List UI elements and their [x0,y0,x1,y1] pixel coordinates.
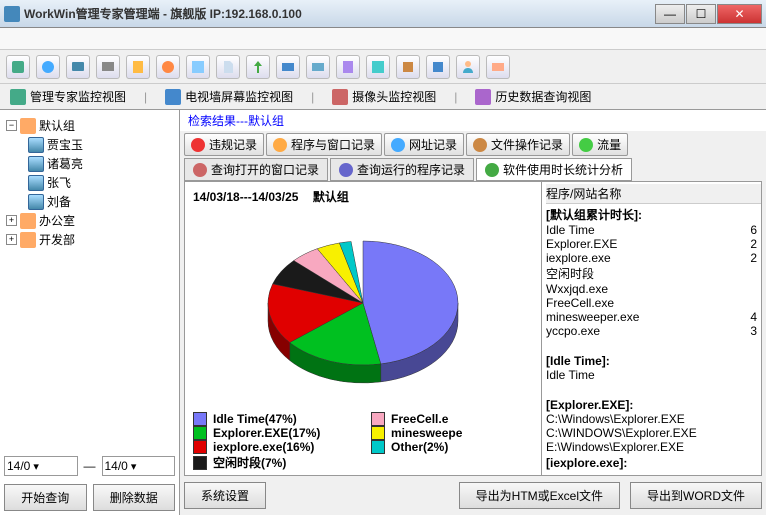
list-item[interactable]: 空闲时段 [546,265,761,282]
toolbar-icon-user[interactable] [456,55,480,79]
date-dash: — [84,459,96,473]
chart-legend: Idle Time(47%) FreeCell.e Explorer.EXE(1… [193,412,533,471]
list-item[interactable]: iexplore.exe2 [546,251,761,265]
rectab-program[interactable]: 程序与窗口记录 [266,133,382,156]
system-settings-button[interactable]: 系统设置 [184,482,266,509]
toolbar-icon-17[interactable] [486,55,510,79]
query-button[interactable]: 开始查询 [4,484,87,511]
viewtab-history[interactable]: 历史数据查询视图 [471,86,595,107]
list-item[interactable]: Explorer.EXE2 [546,237,761,251]
view-tabs: 管理专家监控视图 | 电视墙屏幕监控视图 | 摄像头监控视图 | 历史数据查询视… [0,84,766,110]
date-from-select[interactable]: 14/0 ▾ [4,456,78,476]
subtab-programs[interactable]: 查询运行的程序记录 [330,158,474,181]
rectab-url[interactable]: 网址记录 [384,133,464,156]
toolbar-icon-7[interactable] [186,55,210,79]
viewtab-monitor[interactable]: 管理专家监控视图 [6,86,130,107]
toolbar-icon-8[interactable] [216,55,240,79]
list-item[interactable]: C:\WINDOWS\Explorer.EXE [546,426,761,440]
list-item[interactable]: C:\Windows\Explorer.EXE [546,412,761,426]
tree-root[interactable]: − 默认组 [6,116,173,135]
minimize-button[interactable]: — [655,4,685,24]
maximize-button[interactable]: ☐ [686,4,716,24]
tree-group[interactable]: + 开发部 [6,230,173,249]
monitor-icon [28,137,44,153]
chart-range: 14/03/18---14/03/25 [193,190,298,204]
main-toolbar [0,50,766,84]
toolbar-icon-15[interactable] [426,55,450,79]
export-html-button[interactable]: 导出为HTM或Excel文件 [459,482,620,509]
list-item[interactable]: Idle Time [546,368,761,382]
program-list[interactable]: 程序/网站名称 [默认组累计时长]: Idle Time6Explorer.EX… [541,182,761,475]
date-to-select[interactable]: 14/0 ▾ [102,456,176,476]
list-header: 程序/网站名称 [546,184,761,204]
monitor-icon [28,156,44,172]
titlebar: WorkWin管理专家管理端 - 旗舰版 IP:192.168.0.100 — … [0,0,766,28]
list-section: [Explorer.EXE]: [546,398,761,412]
toolbar-icon-1[interactable] [6,55,30,79]
record-tabs: 违规记录 程序与窗口记录 网址记录 文件操作记录 流量 [180,131,766,158]
viewtab-camera[interactable]: 摄像头监控视图 [328,86,440,107]
expand-icon[interactable]: + [6,215,17,226]
bottom-buttons: 系统设置 导出为HTM或Excel文件 导出到WORD文件 [180,476,766,515]
subtab-windows[interactable]: 查询打开的窗口记录 [184,158,328,181]
toolbar-icon-screen[interactable] [66,55,90,79]
chart-panel: 14/03/18---14/03/25 默认组 Idle Time(47%) F… [185,182,541,475]
export-word-button[interactable]: 导出到WORD文件 [630,482,762,509]
viewtab-wall[interactable]: 电视墙屏幕监控视图 [161,86,297,107]
close-button[interactable]: ✕ [717,4,762,24]
delete-button[interactable]: 删除数据 [93,484,176,511]
list-section: [Idle Time]: [546,354,761,368]
monitor-icon [28,175,44,191]
rectab-file[interactable]: 文件操作记录 [466,133,570,156]
toolbar-icon-11[interactable] [306,55,330,79]
toolbar-icon-10[interactable] [276,55,300,79]
app-icon [4,6,20,22]
group-icon [20,232,36,248]
toolbar-icon-14[interactable] [396,55,420,79]
menubar [0,28,766,50]
toolbar-icon-globe[interactable] [36,55,60,79]
toolbar-icon-5[interactable] [126,55,150,79]
collapse-icon[interactable]: − [6,120,17,131]
expand-icon[interactable]: + [6,234,17,245]
list-section: [iexplore.exe]: [546,456,761,470]
list-section: [默认组累计时长]: [546,206,761,223]
toolbar-icon-9[interactable] [246,55,270,79]
chart-group: 默认组 [313,190,349,204]
toolbar-icon-6[interactable] [156,55,180,79]
list-item[interactable]: FreeCell.exe [546,296,761,310]
tree-member[interactable]: 刘备 [28,192,173,211]
group-icon [20,213,36,229]
tree-label: 默认组 [39,117,75,134]
right-panel: 检索结果---默认组 违规记录 程序与窗口记录 网址记录 文件操作记录 流量 查… [180,110,766,515]
toolbar-icon-12[interactable] [336,55,360,79]
rectab-traffic[interactable]: 流量 [572,133,628,156]
list-item[interactable]: Wxxjqd.exe [546,282,761,296]
group-tree[interactable]: − 默认组 贾宝玉 诸葛亮 张飞 刘备 + 办公室 + 开发部 [0,110,179,452]
list-item[interactable]: Idle Time6 [546,223,761,237]
left-panel: − 默认组 贾宝玉 诸葛亮 张飞 刘备 + 办公室 + 开发部 14/0 [0,110,180,515]
toolbar-icon-4[interactable] [96,55,120,79]
tree-member[interactable]: 贾宝玉 [28,135,173,154]
subtab-stats[interactable]: 软件使用时长统计分析 [476,158,632,181]
list-item[interactable]: yccpo.exe3 [546,324,761,338]
toolbar-icon-13[interactable] [366,55,390,79]
monitor-icon [28,194,44,210]
search-result-label: 检索结果---默认组 [180,110,766,131]
sub-tabs: 查询打开的窗口记录 查询运行的程序记录 软件使用时长统计分析 [180,158,766,181]
tree-member[interactable]: 张飞 [28,173,173,192]
window-title: WorkWin管理专家管理端 - 旗舰版 IP:192.168.0.100 [24,5,302,22]
tree-member[interactable]: 诸葛亮 [28,154,173,173]
group-icon [20,118,36,134]
pie-chart [258,225,468,395]
rectab-violation[interactable]: 违规记录 [184,133,264,156]
list-item[interactable]: minesweeper.exe4 [546,310,761,324]
menu-item[interactable] [0,28,11,49]
tree-group[interactable]: + 办公室 [6,211,173,230]
list-item[interactable]: E:\Windows\Explorer.EXE [546,440,761,454]
